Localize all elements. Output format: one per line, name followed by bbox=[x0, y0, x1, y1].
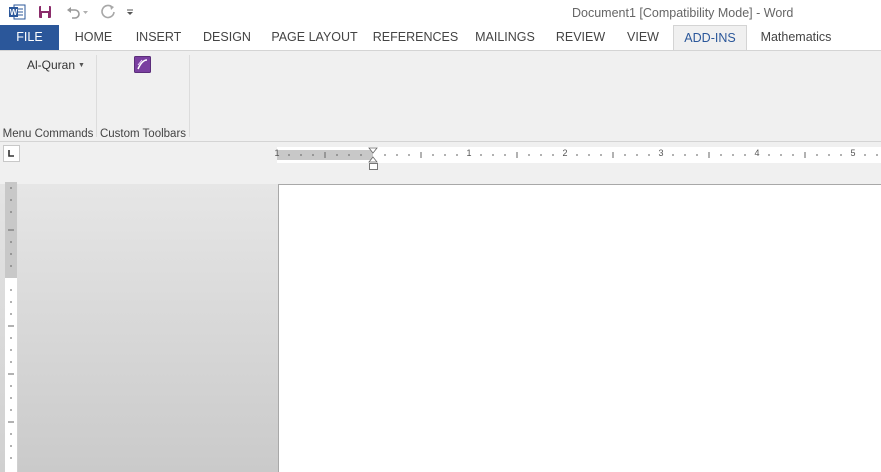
tab-view[interactable]: VIEW bbox=[619, 25, 667, 50]
vertical-ruler[interactable] bbox=[5, 182, 17, 472]
tab-home[interactable]: HOME bbox=[66, 25, 121, 50]
chevron-down-icon: ▼ bbox=[78, 62, 85, 69]
tab-add-ins[interactable]: ADD-INS bbox=[673, 25, 747, 51]
al-quran-dropdown-label: Al-Quran bbox=[27, 58, 76, 72]
group-divider bbox=[189, 55, 190, 137]
horizontal-ruler-ticks bbox=[277, 147, 878, 163]
indent-marker-handle[interactable] bbox=[369, 163, 378, 170]
ruler-number: 3 bbox=[658, 148, 664, 158]
title-bar: W Document1 [Compatibility Mode] - Word bbox=[0, 0, 881, 25]
save-icon[interactable] bbox=[37, 4, 53, 20]
tab-references[interactable]: REFERENCES bbox=[372, 25, 459, 50]
ruler-number: 1 bbox=[274, 148, 280, 158]
ruler-area: 1 1 2 3 4 5 bbox=[0, 143, 881, 184]
undo-dropdown-icon[interactable] bbox=[82, 4, 89, 20]
horizontal-ruler[interactable]: 1 1 2 3 4 5 bbox=[274, 147, 881, 163]
tab-mailings[interactable]: MAILINGS bbox=[469, 25, 541, 50]
vertical-ruler-ticks bbox=[5, 182, 17, 459]
ruler-number: 4 bbox=[754, 148, 760, 158]
document-page[interactable] bbox=[278, 184, 881, 472]
window-title: Document1 [Compatibility Mode] - Word bbox=[572, 6, 794, 20]
ruler-number: 2 bbox=[562, 148, 568, 158]
ruler-number: 5 bbox=[850, 148, 856, 158]
ribbon: Al-Quran ▼ Menu Commands Custom Toolbars bbox=[0, 50, 881, 142]
menu-commands-group: Al-Quran ▼ Menu Commands bbox=[0, 51, 96, 141]
custom-toolbars-group-label: Custom Toolbars bbox=[99, 128, 187, 140]
tab-design[interactable]: DESIGN bbox=[197, 25, 257, 50]
svg-text:W: W bbox=[10, 8, 18, 17]
menu-commands-group-label: Menu Commands bbox=[2, 128, 94, 140]
tab-stop-selector[interactable] bbox=[3, 145, 20, 162]
tab-insert[interactable]: INSERT bbox=[130, 25, 187, 50]
tab-file[interactable]: FILE bbox=[0, 25, 59, 50]
ruler-number: 1 bbox=[466, 148, 472, 158]
undo-icon[interactable] bbox=[65, 4, 81, 20]
workspace-background bbox=[18, 184, 278, 472]
tab-review[interactable]: REVIEW bbox=[550, 25, 611, 50]
custom-toolbar-button-icon[interactable] bbox=[134, 56, 151, 73]
tab-page-layout[interactable]: PAGE LAYOUT bbox=[266, 25, 363, 50]
quick-access-toolbar: W bbox=[8, 3, 135, 21]
ribbon-tab-bar: FILE HOME INSERT DESIGN PAGE LAYOUT REFE… bbox=[0, 25, 881, 51]
word-logo-icon[interactable]: W bbox=[8, 3, 26, 21]
redo-icon[interactable] bbox=[101, 4, 117, 20]
tab-mathematics[interactable]: Mathematics bbox=[752, 25, 840, 50]
customize-qat-icon[interactable] bbox=[125, 4, 135, 20]
al-quran-dropdown[interactable]: Al-Quran ▼ bbox=[27, 58, 85, 72]
